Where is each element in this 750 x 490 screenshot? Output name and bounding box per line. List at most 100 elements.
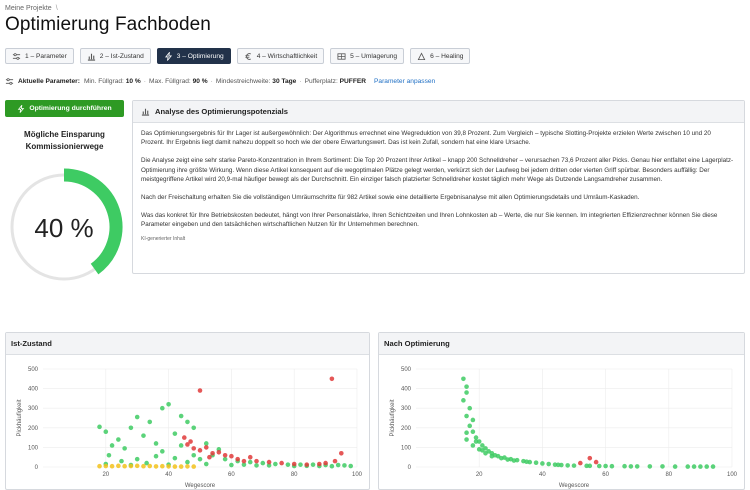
tab-optimierung[interactable]: 3 – Optimierung bbox=[156, 48, 231, 64]
run-optimization-button[interactable]: Optimierung durchführen bbox=[5, 100, 124, 117]
data-point bbox=[97, 463, 102, 469]
tab-label: 6 – Healing bbox=[430, 52, 464, 60]
ist-zustand-panel: Ist-Zustand 0 100 200 300 400 500 20 40 60 80 100 W… bbox=[5, 332, 370, 490]
data-point bbox=[178, 443, 184, 448]
data-point bbox=[222, 456, 228, 462]
tab-umlagerung[interactable]: 5 – Umlagerung bbox=[330, 48, 405, 64]
data-point bbox=[254, 463, 259, 468]
data-point bbox=[461, 376, 466, 382]
tab-label: 3 – Optimierung bbox=[176, 52, 224, 60]
data-point bbox=[141, 433, 146, 438]
data-point bbox=[464, 413, 469, 419]
x-axis-label: Wegescore bbox=[559, 483, 590, 489]
data-point bbox=[147, 463, 153, 469]
current-parameters: Aktuelle Parameter: Min. Füllgrad: 10 % … bbox=[5, 77, 435, 86]
y-tick-label: 500 bbox=[28, 367, 39, 373]
tab-ist-zustand[interactable]: 2 – Ist-Zustand bbox=[79, 48, 151, 64]
data-point bbox=[147, 419, 153, 425]
data-point bbox=[191, 464, 197, 469]
data-point bbox=[704, 464, 710, 469]
data-point bbox=[461, 398, 466, 403]
shelf-icon bbox=[337, 52, 346, 60]
data-point bbox=[524, 459, 529, 465]
data-point bbox=[348, 463, 354, 469]
analysis-paragraph: Nach der Freischaltung erhalten Sie die … bbox=[141, 194, 640, 202]
data-point bbox=[185, 464, 190, 469]
tab-label: 2 – Ist-Zustand bbox=[99, 52, 144, 60]
separator-dot: · bbox=[143, 78, 146, 85]
data-point bbox=[470, 429, 476, 435]
data-point bbox=[207, 454, 212, 460]
data-point bbox=[298, 462, 303, 467]
tab-wirtschaftlichkeit[interactable]: 4 – Wirtschaftlichkeit bbox=[236, 48, 325, 64]
data-point bbox=[698, 464, 703, 469]
tab-label: 4 – Wirtschaftlichkeit bbox=[256, 52, 318, 60]
nach-optimierung-title: Nach Optimierung bbox=[379, 333, 744, 355]
ai-generated-note: KI-generierter Inhalt bbox=[141, 235, 186, 242]
data-point bbox=[593, 459, 599, 465]
breadcrumb: Meine Projekte \ bbox=[5, 5, 58, 12]
data-point bbox=[323, 460, 328, 466]
data-point bbox=[109, 463, 115, 469]
run-optimization-label: Optimierung durchführen bbox=[29, 105, 112, 112]
data-point bbox=[185, 419, 190, 425]
data-point bbox=[511, 458, 517, 463]
data-point bbox=[342, 463, 347, 468]
data-point bbox=[533, 460, 539, 465]
data-point bbox=[266, 459, 272, 465]
tab-label: 5 – Umlagerung bbox=[350, 52, 398, 60]
analysis-card: Analyse des Optimierungspotenzials Das O… bbox=[132, 100, 745, 274]
data-point bbox=[279, 460, 284, 466]
data-point bbox=[166, 401, 171, 407]
data-point bbox=[464, 430, 469, 435]
data-point bbox=[467, 423, 473, 429]
breadcrumb-link-projects[interactable]: Meine Projekte bbox=[5, 5, 52, 12]
data-point bbox=[634, 464, 640, 469]
data-point bbox=[473, 435, 479, 440]
data-point bbox=[134, 456, 140, 462]
sliders-icon bbox=[5, 78, 14, 85]
min-fill-value: 10 % bbox=[125, 78, 141, 85]
data-point bbox=[467, 405, 473, 411]
y-tick-label: 300 bbox=[401, 406, 412, 412]
data-point bbox=[178, 413, 184, 419]
data-point bbox=[197, 456, 203, 462]
step-tabs: 1 – Parameter 2 – Ist-Zustand 3 – Optimi… bbox=[5, 48, 471, 64]
data-point bbox=[546, 461, 552, 467]
min-reach-label: Mindestreichweite: bbox=[215, 78, 271, 85]
zap-icon bbox=[18, 104, 25, 113]
data-point bbox=[464, 384, 469, 389]
zap-icon bbox=[164, 51, 172, 61]
data-point bbox=[222, 452, 228, 458]
data-point bbox=[540, 461, 545, 466]
y-axis-label: Pickhäufigkeit bbox=[390, 399, 396, 436]
data-point bbox=[499, 455, 504, 461]
adjust-parameters-link[interactable]: Parameter anpassen bbox=[374, 78, 435, 85]
analysis-paragraph: Was das konkret für Ihre Betriebskosten … bbox=[141, 212, 718, 229]
y-tick-label: 400 bbox=[28, 387, 39, 393]
y-tick-label: 300 bbox=[28, 406, 39, 412]
data-point bbox=[291, 461, 297, 467]
x-tick-label: 80 bbox=[291, 472, 298, 478]
data-point bbox=[153, 441, 159, 446]
y-tick-label: 200 bbox=[401, 426, 412, 432]
x-tick-label: 40 bbox=[165, 472, 172, 478]
data-point bbox=[119, 458, 124, 464]
data-point bbox=[191, 425, 197, 431]
data-point bbox=[628, 464, 634, 469]
data-point bbox=[480, 448, 485, 453]
data-point bbox=[565, 463, 570, 468]
data-point bbox=[134, 463, 140, 469]
bandage-icon bbox=[417, 51, 426, 60]
x-tick-label: 20 bbox=[476, 472, 483, 478]
data-point bbox=[260, 460, 266, 466]
data-point bbox=[153, 464, 159, 469]
tab-healing[interactable]: 6 – Healing bbox=[410, 48, 471, 64]
data-point bbox=[254, 458, 259, 464]
max-fill-value: 90 % bbox=[192, 78, 208, 85]
x-axis-label: Wegescore bbox=[185, 483, 216, 489]
analysis-title: Analyse des Optimierungspotenzials bbox=[155, 107, 288, 116]
tab-parameter[interactable]: 1 – Parameter bbox=[5, 48, 74, 64]
data-point bbox=[571, 463, 577, 468]
data-point bbox=[203, 461, 209, 467]
